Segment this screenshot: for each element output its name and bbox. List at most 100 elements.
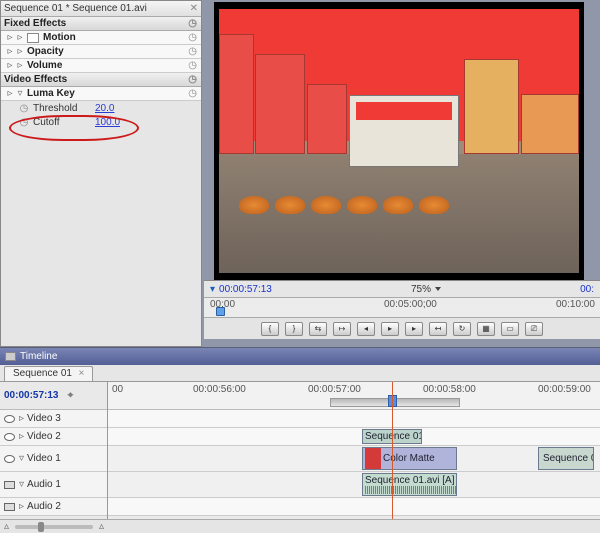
- jog-button[interactable]: ⇆: [309, 322, 327, 336]
- marker-down-icon: ▾: [210, 284, 215, 295]
- effect-name: Volume: [27, 60, 62, 71]
- tab-close-icon[interactable]: ×: [78, 368, 84, 379]
- timeline-tabs: Sequence 01 ×: [0, 365, 600, 382]
- snap-icon[interactable]: ⌖: [58, 390, 82, 401]
- track-header-video1[interactable]: ▿ Video 1: [0, 446, 107, 472]
- animate-icon[interactable]: ◷: [19, 103, 29, 114]
- reset-icon[interactable]: ◷: [188, 18, 197, 29]
- duration-timecode[interactable]: 00:: [580, 284, 594, 295]
- motion-icon: [27, 33, 39, 43]
- video-effects-label: Video Effects: [4, 74, 67, 85]
- ruler-tick: 00:00:58:00: [423, 384, 476, 395]
- eye-icon[interactable]: [4, 433, 15, 441]
- ruler-tick: 00:00:59:00: [538, 384, 591, 395]
- stopwatch-icon[interactable]: ◷: [188, 88, 197, 99]
- safe-margins-button[interactable]: ▦: [477, 322, 495, 336]
- zoom-slider[interactable]: [15, 525, 93, 529]
- track-name: Video 2: [27, 431, 61, 442]
- param-value[interactable]: 100.0: [95, 117, 120, 128]
- fixed-effects-header: Fixed Effects ◷: [1, 17, 201, 31]
- set-out-button[interactable]: }: [285, 322, 303, 336]
- timeline-body: 00:00:57:13 ⌖ ▹ Video 3 ▹ Video 2 ▿ Vide…: [0, 382, 600, 519]
- track-name: Audio 2: [27, 501, 61, 512]
- twirl-icon[interactable]: ▹: [19, 431, 24, 442]
- track-lane-video3[interactable]: [108, 410, 600, 428]
- playback-speed[interactable]: 75%: [411, 284, 441, 295]
- monitor-time-ruler[interactable]: 00;00 00:05:00;00 00:10:00: [204, 297, 600, 317]
- track-header-video3[interactable]: ▹ Video 3: [0, 410, 107, 428]
- effect-name: Luma Key: [27, 88, 75, 99]
- twirl-icon[interactable]: ▹: [5, 46, 15, 57]
- track-header-audio2[interactable]: ▹ Audio 2: [0, 498, 107, 516]
- track-name: Video 3: [27, 413, 61, 424]
- current-timecode[interactable]: 00:00:57:13: [219, 284, 272, 295]
- twirl-open-icon[interactable]: ▿: [19, 479, 24, 490]
- clip-video1-seq[interactable]: Sequence 01.avi: [538, 447, 594, 470]
- video-preview[interactable]: [219, 9, 579, 273]
- reset-icon[interactable]: ◷: [188, 74, 197, 85]
- speaker-icon[interactable]: [4, 481, 15, 489]
- track-header-video2[interactable]: ▹ Video 2: [0, 428, 107, 446]
- ruler-tick: 00: [112, 384, 123, 395]
- set-in-button[interactable]: {: [261, 322, 279, 336]
- animate-icon[interactable]: ◷: [19, 117, 29, 128]
- zoom-in-icon[interactable]: ▵: [99, 521, 104, 532]
- output-button[interactable]: ▭: [501, 322, 519, 336]
- twirl-icon[interactable]: ▹: [19, 501, 24, 512]
- effect-volume[interactable]: ▹ ▹ Volume ◷: [1, 59, 201, 73]
- track-lane-video2[interactable]: Sequence 01.avi [V]: [108, 428, 600, 446]
- timeline-tracks-area[interactable]: 00 00:00:56:00 00:00:57:00 00:00:58:00 0…: [108, 382, 600, 519]
- twirl-icon[interactable]: ▹: [5, 88, 15, 99]
- effect-luma-key[interactable]: ▹ ▿ Luma Key ◷: [1, 87, 201, 101]
- track-header-audio1[interactable]: ▿ Audio 1: [0, 472, 107, 498]
- panel-close-icon[interactable]: ✕: [190, 3, 198, 14]
- twirl-open-icon[interactable]: ▿: [19, 453, 24, 464]
- clip-label: Sequence 01.avi: [543, 453, 594, 464]
- panel-title-bar: Sequence 01 * Sequence 01.avi ✕: [1, 1, 201, 17]
- video-effects-header: Video Effects ◷: [1, 73, 201, 87]
- speaker-icon[interactable]: [4, 503, 15, 511]
- timeline-ruler[interactable]: 00 00:00:56:00 00:00:57:00 00:00:58:00 0…: [108, 382, 600, 410]
- toggle-effect-icon[interactable]: ▹: [15, 46, 25, 57]
- eye-icon[interactable]: [4, 415, 15, 423]
- param-value[interactable]: 20.0: [95, 103, 114, 114]
- panel-body: Fixed Effects ◷ ▹ ▹ Motion ◷ ▹ ▹ Opacity…: [1, 17, 201, 346]
- step-fwd-button[interactable]: ▸: [405, 322, 423, 336]
- toggle-effect-icon[interactable]: ▹: [15, 32, 25, 43]
- timeline-timecode[interactable]: 00:00:57:13 ⌖: [0, 382, 107, 410]
- fixed-effects-label: Fixed Effects: [4, 18, 66, 29]
- twirl-icon[interactable]: ▹: [19, 413, 24, 424]
- clip-label: Sequence 01.avi [V]: [365, 431, 422, 442]
- playhead-icon[interactable]: [216, 307, 225, 316]
- timeline-tc-value[interactable]: 00:00:57:13: [4, 390, 58, 401]
- twirl-icon[interactable]: ▹: [5, 60, 15, 71]
- toggle-effect-icon[interactable]: ▹: [15, 60, 25, 71]
- clip-video1-colormatte[interactable]: Color Matte: [362, 447, 457, 470]
- param-name: Threshold: [33, 103, 83, 114]
- export-frame-button[interactable]: ⎚: [525, 322, 543, 336]
- timeline-icon: [5, 352, 16, 361]
- track-lane-audio2[interactable]: [108, 498, 600, 516]
- effect-name: Motion: [43, 32, 76, 43]
- sequence-tab[interactable]: Sequence 01 ×: [4, 366, 93, 381]
- stopwatch-icon[interactable]: ◷: [188, 60, 197, 71]
- clip-audio1-seq[interactable]: Sequence 01.avi [A]: [362, 473, 457, 496]
- twirl-open-icon[interactable]: ▿: [15, 88, 25, 99]
- effect-opacity[interactable]: ▹ ▹ Opacity ◷: [1, 45, 201, 59]
- goto-in-button[interactable]: ↦: [333, 322, 351, 336]
- effect-motion[interactable]: ▹ ▹ Motion ◷: [1, 31, 201, 45]
- stopwatch-icon[interactable]: ◷: [188, 46, 197, 57]
- stopwatch-icon[interactable]: ◷: [188, 32, 197, 43]
- twirl-icon[interactable]: ▹: [5, 32, 15, 43]
- timeline-titlebar[interactable]: Timeline: [0, 348, 600, 365]
- monitor-transport-controls: { } ⇆ ↦ ◂ ▸ ▸ ↤ ↻ ▦ ▭ ⎚: [204, 317, 600, 339]
- zoom-out-icon[interactable]: ▵: [4, 521, 9, 532]
- track-lane-video1[interactable]: Color Matte Sequence 01.avi: [108, 446, 600, 472]
- eye-icon[interactable]: [4, 455, 15, 463]
- track-lane-audio1[interactable]: Sequence 01.avi [A]: [108, 472, 600, 498]
- play-button[interactable]: ▸: [381, 322, 399, 336]
- goto-out-button[interactable]: ↤: [429, 322, 447, 336]
- loop-button[interactable]: ↻: [453, 322, 471, 336]
- clip-label: Color Matte: [383, 453, 435, 464]
- step-back-button[interactable]: ◂: [357, 322, 375, 336]
